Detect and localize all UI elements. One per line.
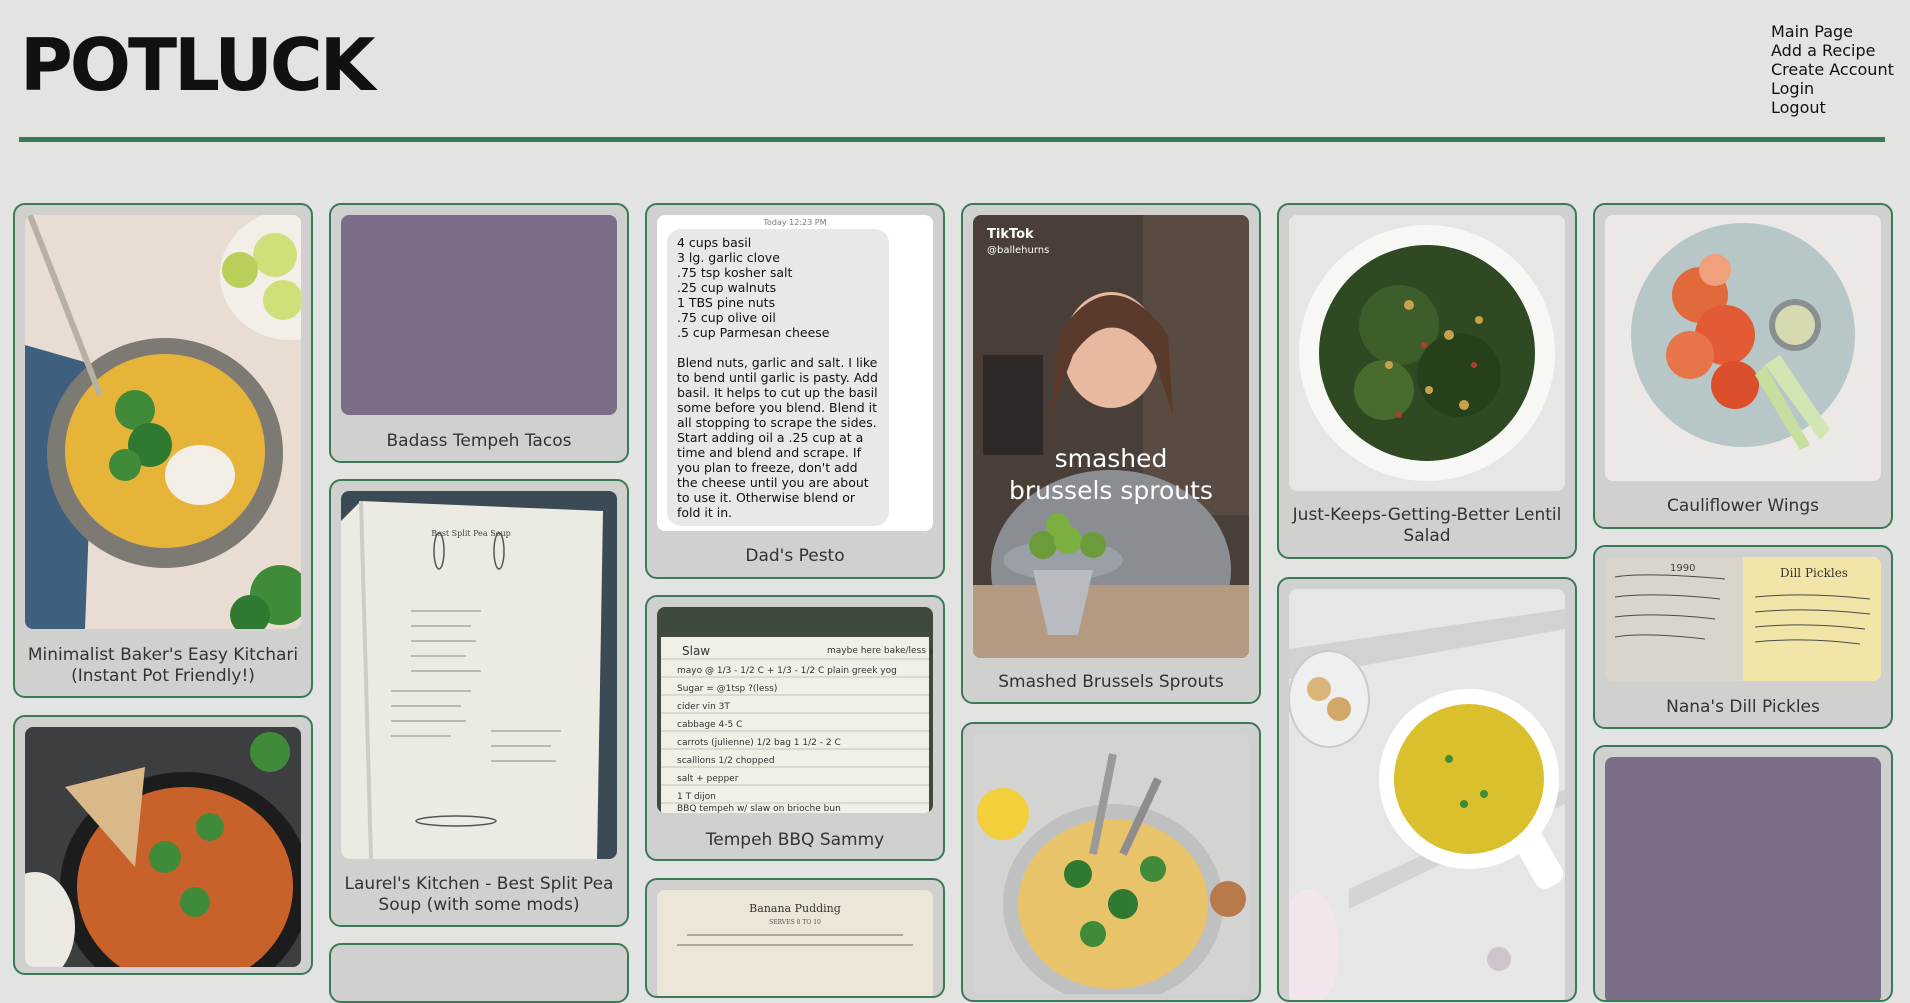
nav-login[interactable]: Login <box>1771 79 1894 98</box>
nav-logout[interactable]: Logout <box>1771 98 1894 117</box>
recipe-card-kitchari[interactable]: Minimalist Baker's Easy Kitchari (Instan… <box>13 203 313 698</box>
bbq-card-line: cider vin 3T <box>677 702 730 712</box>
site-logo[interactable]: POTLUCK <box>20 22 375 108</box>
recipe-card-col6-placeholder[interactable] <box>1593 745 1893 1002</box>
recipe-title-dill-pickles[interactable]: Nana's Dill Pickles <box>1603 697 1883 718</box>
tiktok-logo: TikTok <box>987 227 1034 242</box>
bbq-card-line: cabbage 4-5 C <box>677 720 742 730</box>
bbq-card-line: salt + pepper <box>677 774 739 784</box>
banana-pudding-page-photo: Banana Pudding SERVES 8 TO 10 <box>657 890 933 996</box>
recipe-card-cauliflower[interactable]: Cauliflower Wings <box>1593 203 1893 529</box>
pesto-text-message-screenshot: Today 12:23 PM 4 cups basil 3 lg. garlic… <box>657 215 933 531</box>
video-overlay-line-2: brussels sprouts <box>1009 476 1213 505</box>
pickles-card-year: 1990 <box>1670 563 1695 574</box>
nav-main-page[interactable]: Main Page <box>1771 22 1894 41</box>
video-overlay-line-1: smashed <box>1054 444 1168 473</box>
soup-photo <box>1289 589 1565 1000</box>
recipe-card-soup[interactable] <box>1277 577 1577 1002</box>
pesto-line: .5 cup Parmesan cheese <box>677 325 830 340</box>
recipe-card-col2-next[interactable] <box>329 943 629 1003</box>
header-divider <box>19 137 1885 142</box>
recipe-card-pasta[interactable] <box>961 722 1261 1002</box>
bbq-card-note: maybe here bake/less you <box>827 646 933 656</box>
recipe-card-lentil-salad[interactable]: Just-Keeps-Getting-Better Lentil Salad <box>1277 203 1577 559</box>
kitchari-photo <box>25 215 301 629</box>
recipe-card-curry[interactable] <box>13 715 313 975</box>
recipe-card-tempeh-tacos[interactable]: Badass Tempeh Tacos <box>329 203 629 463</box>
recipe-title-tempeh-tacos[interactable]: Badass Tempeh Tacos <box>339 431 619 452</box>
banana-pudding-serves: SERVES 8 TO 10 <box>769 919 821 926</box>
pesto-line: 1 TBS pine nuts <box>677 295 776 310</box>
recipe-title-lentil-salad[interactable]: Just-Keeps-Getting-Better Lentil Salad <box>1287 505 1567 547</box>
split-pea-photo: Best Split Pea Soup <box>341 491 617 859</box>
tacos-image-placeholder <box>341 215 617 415</box>
bbq-card-line: mayo @ 1/3 - 1/2 C + 1/3 - 1/2 C plain g… <box>677 666 897 676</box>
pesto-line: .75 tsp kosher salt <box>677 265 793 280</box>
brussels-tiktok-video[interactable]: TikTok @ballehurns smashed brussels spro… <box>973 215 1249 658</box>
bbq-card-line: BBQ tempeh w/ slaw on brioche bun <box>677 804 841 813</box>
pasta-photo <box>973 734 1249 994</box>
message-bubble: 4 cups basil 3 lg. garlic clove .75 tsp … <box>667 229 889 526</box>
pesto-line <box>677 340 879 355</box>
bbq-card-line: Sugar = @1tsp ?(less) <box>677 684 777 694</box>
split-pea-page-title: Best Split Pea Soup <box>431 529 511 538</box>
nav-add-recipe[interactable]: Add a Recipe <box>1771 41 1894 60</box>
message-timestamp: Today 12:23 PM <box>763 218 827 227</box>
tiktok-handle: @ballehurns <box>987 245 1050 256</box>
recipe-title-cauliflower[interactable]: Cauliflower Wings <box>1603 496 1883 517</box>
pesto-line: 3 lg. garlic clove <box>677 250 780 265</box>
main-nav: Main Page Add a Recipe Create Account Lo… <box>1771 22 1894 117</box>
curry-photo <box>25 727 301 967</box>
pickles-card-title: Dill Pickles <box>1780 566 1848 580</box>
recipe-card-dill-pickles[interactable]: Dill Pickles 1990 Nana's Dill Pickles <box>1593 545 1893 729</box>
recipe-card-brussels[interactable]: TikTok @ballehurns smashed brussels spro… <box>961 203 1261 704</box>
pesto-line: .25 cup walnuts <box>677 280 777 295</box>
recipe-title-kitchari[interactable]: Minimalist Baker's Easy Kitchari (Instan… <box>23 645 303 687</box>
recipe-title-split-pea[interactable]: Laurel's Kitchen - Best Split Pea Soup (… <box>339 874 619 916</box>
pickles-recipe-card-photo: Dill Pickles 1990 <box>1605 557 1881 681</box>
banana-pudding-page-title: Banana Pudding <box>749 902 841 915</box>
recipe-title-dads-pesto[interactable]: Dad's Pesto <box>655 546 935 567</box>
pesto-line: 4 cups basil <box>677 235 752 250</box>
bbq-recipe-card-photo: Slaw maybe here bake/less you mayo @ 1/3… <box>657 607 933 813</box>
bbq-card-line: 1 T dijon <box>677 792 716 802</box>
pesto-line: .75 cup olive oil <box>677 310 776 325</box>
recipe-card-banana-pudding[interactable]: Banana Pudding SERVES 8 TO 10 <box>645 878 945 998</box>
recipe-card-tempeh-bbq[interactable]: Slaw maybe here bake/less you mayo @ 1/3… <box>645 595 945 861</box>
recipe-title-tempeh-bbq[interactable]: Tempeh BBQ Sammy <box>655 830 935 851</box>
bbq-card-title: Slaw <box>682 644 710 658</box>
nav-create-account[interactable]: Create Account <box>1771 60 1894 79</box>
lentil-salad-photo <box>1289 215 1565 491</box>
pesto-instructions: Blend nuts, garlic and salt. I like to b… <box>677 355 882 520</box>
recipe-card-split-pea[interactable]: Best Split Pea Soup Laurel's Kitchen - B… <box>329 479 629 927</box>
cauliflower-wings-photo <box>1605 215 1881 481</box>
recipe-image-placeholder <box>1605 757 1881 1000</box>
recipe-title-brussels[interactable]: Smashed Brussels Sprouts <box>971 672 1251 693</box>
recipe-card-dads-pesto[interactable]: Today 12:23 PM 4 cups basil 3 lg. garlic… <box>645 203 945 579</box>
bbq-card-line: carrots (julienne) 1/2 bag 1 1/2 - 2 C <box>677 738 841 748</box>
bbq-card-line: scallions 1/2 chopped <box>677 756 775 766</box>
